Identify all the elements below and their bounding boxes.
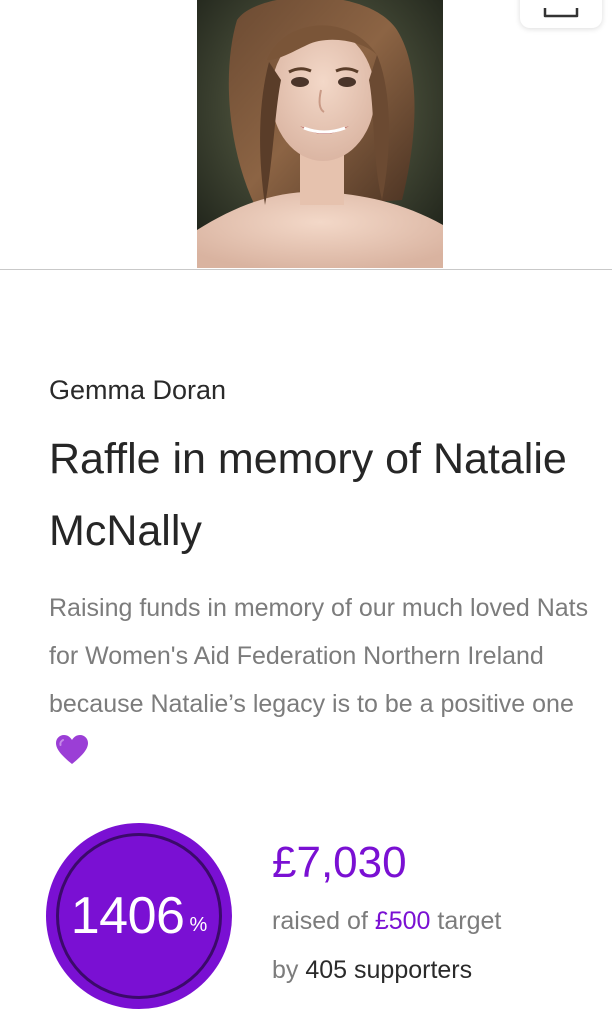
raised-of-label: raised of (272, 907, 368, 935)
header-area (0, 0, 612, 270)
profile-photo (197, 0, 443, 268)
share-button[interactable] (520, 0, 602, 28)
by-label: by (272, 956, 299, 984)
supporters-line: by 405 supporters (272, 952, 472, 988)
target-amount: £500 (374, 907, 431, 935)
page-title: Raffle in memory of Natalie McNally (49, 435, 567, 555)
supporters-count: 405 supporters (305, 956, 473, 984)
description-text: Raising funds in memory of our much love… (49, 594, 589, 718)
organiser-name: Gemma Doran (49, 375, 227, 405)
fundraiser-description: Raising funds in memory of our much love… (49, 584, 594, 782)
section-divider (0, 269, 612, 270)
raised-amount: £7,030 (272, 838, 407, 887)
progress-percent-value: 1406 (70, 887, 185, 945)
share-icon (543, 8, 579, 18)
progress-percent: 1406 % (46, 823, 232, 1009)
target-line: raised of £500 target (272, 903, 501, 939)
progress-percent-symbol: % (189, 913, 208, 936)
progress-ring: 1406 % (46, 823, 232, 1009)
portrait-image (197, 0, 443, 268)
target-label: target (437, 907, 502, 935)
purple-heart-icon (55, 734, 89, 782)
